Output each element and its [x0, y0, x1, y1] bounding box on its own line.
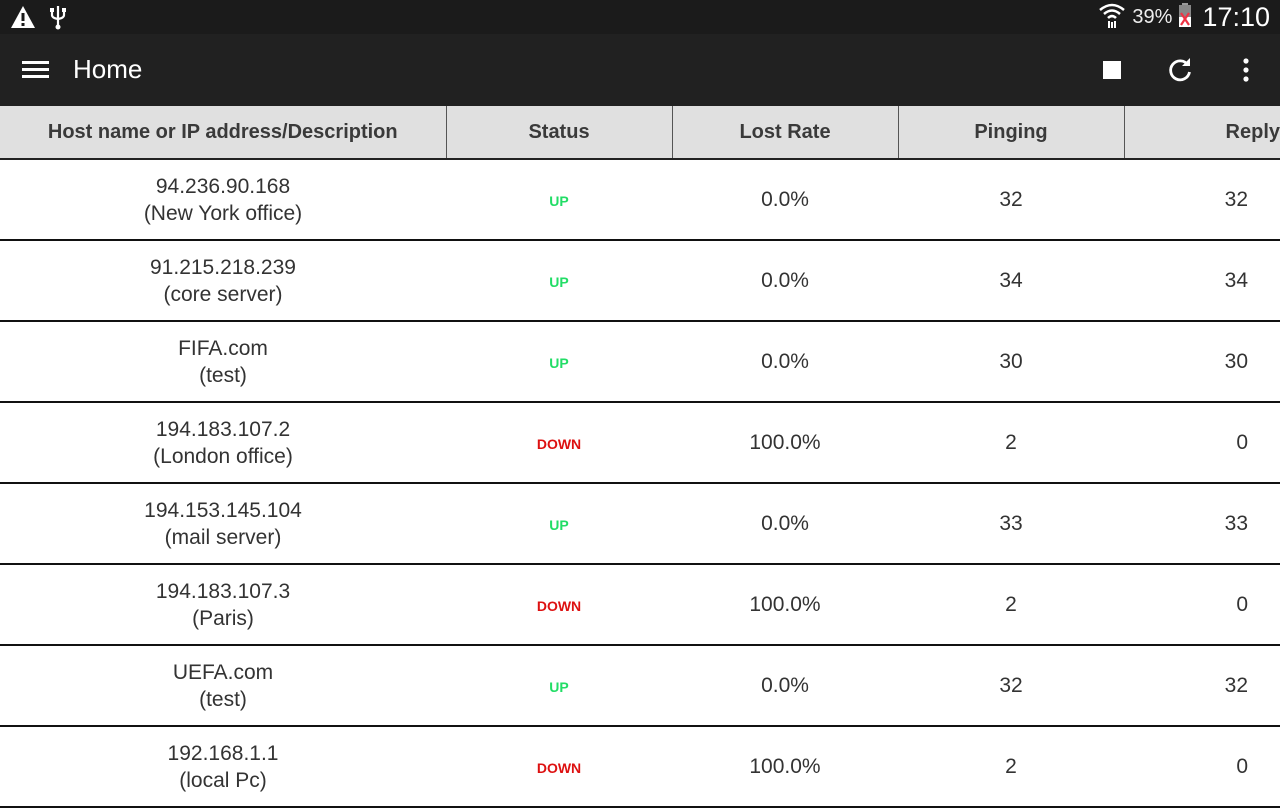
host-description: (mail server): [164, 525, 282, 549]
column-header-lost-rate[interactable]: Lost Rate: [672, 106, 899, 160]
host-address: FIFA.com: [178, 336, 268, 360]
column-header-host[interactable]: Host name or IP address/Description: [0, 106, 447, 160]
lost-rate-cell: 0.0%: [672, 159, 898, 241]
lost-rate-cell: 100.0%: [672, 402, 898, 484]
table-row[interactable]: 91.215.218.239 (core server) UP 0.0% 34 34: [0, 240, 1280, 322]
host-cell: 91.215.218.239 (core server): [0, 240, 446, 322]
lost-rate-cell: 0.0%: [672, 240, 898, 322]
reply-cell: 0: [1124, 726, 1280, 808]
status-badge: DOWN: [536, 597, 582, 614]
wifi-icon: [1098, 1, 1126, 34]
status-badge: DOWN: [536, 435, 582, 452]
host-description: (London office): [153, 444, 293, 468]
pinging-cell: 32: [898, 645, 1124, 727]
usb-icon: [50, 4, 66, 35]
status-cell: UP: [446, 159, 672, 241]
status-cell: DOWN: [446, 564, 672, 646]
host-description: (test): [199, 687, 247, 711]
hosts-table: Host name or IP address/Description Stat…: [0, 106, 1280, 808]
table-row[interactable]: 194.153.145.104 (mail server) UP 0.0% 33 33: [0, 483, 1280, 565]
host-address: 194.153.145.104: [144, 498, 302, 522]
host-description: (core server): [163, 282, 283, 306]
refresh-icon[interactable]: [1162, 52, 1198, 88]
table-row[interactable]: 194.183.107.2 (London office) DOWN 100.0% 2 0: [0, 402, 1280, 484]
lost-rate-cell: 0.0%: [672, 483, 898, 565]
table-row[interactable]: FIFA.com (test) UP 0.0% 30 30: [0, 321, 1280, 403]
lost-rate-cell: 100.0%: [672, 726, 898, 808]
pinging-cell: 2: [898, 726, 1124, 808]
host-address: UEFA.com: [172, 660, 274, 684]
host-cell: 192.168.1.1 (local Pc): [0, 726, 446, 808]
overflow-menu-icon[interactable]: [1228, 52, 1264, 88]
table-row[interactable]: UEFA.com (test) UP 0.0% 32 32: [0, 645, 1280, 727]
column-header-status[interactable]: Status: [446, 106, 673, 160]
clock: 17:10: [1202, 1, 1270, 32]
status-cell: UP: [446, 645, 672, 727]
stop-icon[interactable]: [1094, 52, 1130, 88]
pinging-cell: 34: [898, 240, 1124, 322]
lost-rate-cell: 100.0%: [672, 564, 898, 646]
status-badge: UP: [549, 354, 569, 371]
lost-rate-cell: 0.0%: [672, 321, 898, 403]
column-header-pinging[interactable]: Pinging: [898, 106, 1125, 160]
status-badge: UP: [549, 516, 569, 533]
status-badge: DOWN: [536, 759, 582, 776]
host-description: (New York office): [143, 201, 303, 225]
reply-cell: 0: [1124, 402, 1280, 484]
status-badge: UP: [549, 192, 569, 209]
reply-cell: 30: [1124, 321, 1280, 403]
battery-icon: [1178, 2, 1192, 32]
table-row[interactable]: 94.236.90.168 (New York office) UP 0.0% 32 32: [0, 159, 1280, 241]
status-cell: DOWN: [446, 402, 672, 484]
host-description: (Paris): [192, 606, 254, 630]
reply-cell: 32: [1124, 159, 1280, 241]
status-cell: UP: [446, 483, 672, 565]
status-bar: 39% 17:10: [0, 0, 1280, 34]
status-badge: UP: [549, 678, 569, 695]
reply-cell: 34: [1124, 240, 1280, 322]
status-cell: UP: [446, 240, 672, 322]
reply-cell: 32: [1124, 645, 1280, 727]
pinging-cell: 33: [898, 483, 1124, 565]
host-cell: 194.183.107.3 (Paris): [0, 564, 446, 646]
host-cell: 194.153.145.104 (mail server): [0, 483, 446, 565]
pinging-cell: 32: [898, 159, 1124, 241]
page-title: Home: [73, 54, 143, 84]
warning-icon: [10, 5, 36, 34]
lost-rate-cell: 0.0%: [672, 645, 898, 727]
app-bar: Home: [0, 34, 1280, 106]
table-row[interactable]: 192.168.1.1 (local Pc) DOWN 100.0% 2 0: [0, 726, 1280, 808]
host-cell: UEFA.com (test): [0, 645, 446, 727]
table-header-row: Host name or IP address/Description Stat…: [0, 106, 1280, 160]
status-cell: DOWN: [446, 726, 672, 808]
host-cell: 194.183.107.2 (London office): [0, 402, 446, 484]
host-address: 194.183.107.2: [155, 417, 291, 441]
host-description: (test): [199, 363, 247, 387]
host-address: 91.215.218.239: [150, 255, 296, 279]
host-address: 94.236.90.168: [155, 174, 291, 198]
pinging-cell: 2: [898, 564, 1124, 646]
menu-icon[interactable]: [22, 56, 50, 84]
status-badge: UP: [549, 273, 569, 290]
battery-percent: 39%: [1132, 5, 1173, 28]
table-row[interactable]: 194.183.107.3 (Paris) DOWN 100.0% 2 0: [0, 564, 1280, 646]
host-cell: 94.236.90.168 (New York office): [0, 159, 446, 241]
pinging-cell: 2: [898, 402, 1124, 484]
reply-cell: 0: [1124, 564, 1280, 646]
host-description: (local Pc): [179, 768, 267, 792]
status-cell: UP: [446, 321, 672, 403]
host-address: 192.168.1.1: [167, 741, 279, 765]
host-address: 194.183.107.3: [155, 579, 291, 603]
column-header-reply[interactable]: Reply: [1124, 106, 1280, 160]
host-cell: FIFA.com (test): [0, 321, 446, 403]
reply-cell: 33: [1124, 483, 1280, 565]
pinging-cell: 30: [898, 321, 1124, 403]
